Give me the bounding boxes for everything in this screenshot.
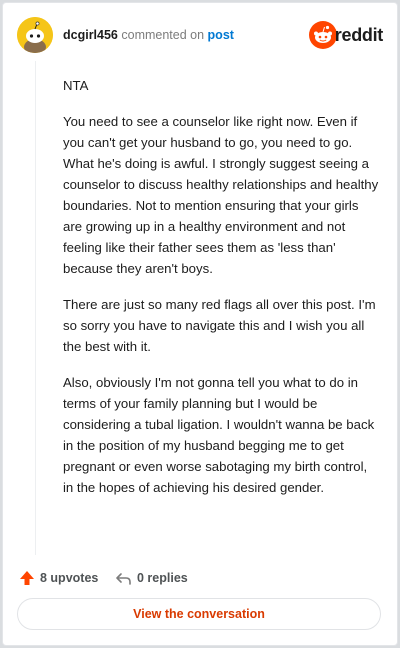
username-link[interactable]: dcgirl456 — [63, 28, 118, 42]
reddit-brand[interactable]: reddit — [273, 21, 383, 49]
reddit-wordmark: reddit — [334, 25, 384, 45]
view-conversation-button[interactable]: View the conversation — [17, 598, 381, 630]
comment-card: dcgirl456 commented on post reddit NTA Y… — [2, 2, 398, 646]
post-link[interactable]: post — [208, 28, 234, 42]
byline: dcgirl456 commented on post — [63, 27, 234, 43]
comment-body: NTA You need to see a counselor like rig… — [63, 75, 381, 513]
reply-arrow-icon — [116, 572, 131, 585]
comment-paragraph: NTA — [63, 78, 89, 93]
avatar[interactable] — [17, 17, 53, 53]
upvote-arrow-icon — [20, 571, 34, 585]
comment-paragraph: You need to see a counselor like right n… — [63, 114, 379, 276]
comment-paragraph: There are just so many red flags all ove… — [63, 297, 376, 354]
reply-button[interactable]: 0 replies — [115, 567, 188, 589]
thread-line — [35, 61, 36, 555]
reddit-snoo-icon — [309, 21, 337, 49]
upvote-button[interactable]: 8 upvotes — [19, 567, 98, 589]
action-text: commented on — [121, 28, 205, 42]
comment-paragraph: Also, obviously I'm not gonna tell you w… — [63, 375, 375, 495]
comment-header: dcgirl456 commented on post reddit — [17, 17, 383, 53]
upvote-count: 8 upvotes — [40, 571, 99, 585]
snoo-avatar-icon — [17, 17, 53, 53]
reply-count: 0 replies — [137, 571, 188, 585]
comment-footer: 8 upvotes 0 replies — [17, 567, 383, 589]
